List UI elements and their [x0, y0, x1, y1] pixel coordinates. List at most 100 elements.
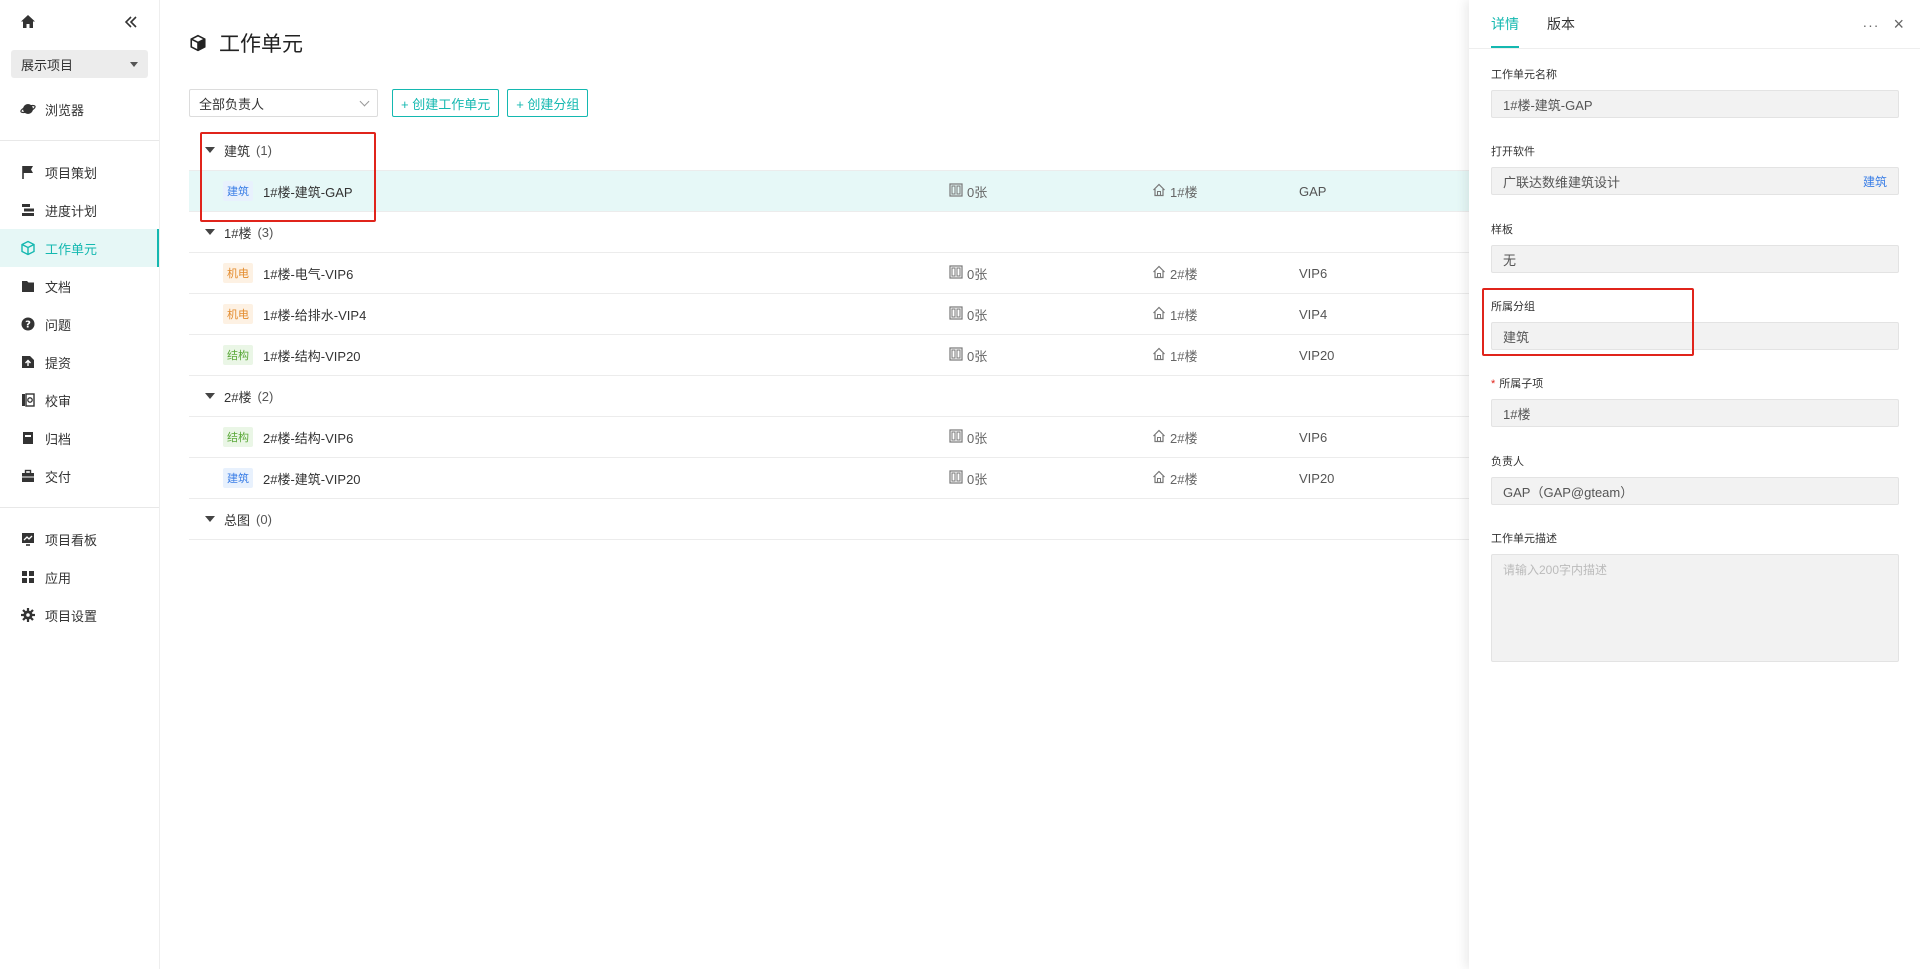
pages-count: 0张: [967, 471, 988, 487]
group-count: (2): [257, 388, 274, 404]
flag-icon: [20, 164, 36, 180]
sidebar-item-label: 归档: [45, 431, 72, 447]
template-input[interactable]: 无: [1491, 245, 1899, 273]
sidebar-item-review[interactable]: 校审: [0, 381, 159, 419]
field-owner: 负责人 GAP（GAP@gteam）: [1491, 453, 1899, 505]
sidebar-item-planning[interactable]: 项目策划: [0, 153, 159, 191]
sidebar-top: [0, 0, 159, 44]
sidebar-item-archive[interactable]: 归档: [0, 419, 159, 457]
floor-name: 2#楼: [1170, 471, 1198, 487]
create-group-button[interactable]: + 创建分组: [507, 89, 589, 117]
subitem-input[interactable]: 1#楼: [1491, 399, 1899, 427]
sidebar-item-settings[interactable]: 项目设置: [0, 596, 159, 634]
group-header[interactable]: 建筑 (1): [189, 130, 1469, 171]
gear-icon: [20, 607, 36, 623]
table-row[interactable]: 建筑 1#楼-建筑-GAP 0张 1#楼 GAP: [189, 171, 1469, 212]
group-header[interactable]: 2#楼 (2): [189, 376, 1469, 417]
owner-filter-select[interactable]: 全部负责人: [189, 89, 378, 117]
divider: [0, 507, 159, 508]
field-group: 所属分组 建筑: [1491, 298, 1899, 350]
close-icon[interactable]: ×: [1893, 14, 1904, 35]
sidebar-item-label: 进度计划: [45, 203, 98, 219]
group-header[interactable]: 总图 (0): [189, 499, 1469, 540]
caret-down-icon[interactable]: [205, 516, 215, 522]
project-selector[interactable]: 展示项目: [11, 50, 148, 78]
sidebar-item-submit[interactable]: 提资: [0, 343, 159, 381]
pages-cell: 0张: [949, 264, 987, 283]
cube-icon: [20, 240, 36, 256]
software-input[interactable]: 广联达数维建筑设计 建筑: [1491, 167, 1899, 195]
unit-name: 1#楼-给排水-VIP4: [263, 307, 367, 323]
group-header[interactable]: 1#楼 (3): [189, 212, 1469, 253]
floor-name: 1#楼: [1170, 184, 1198, 200]
briefcase-icon: [20, 468, 36, 484]
sidebar-item-browser[interactable]: 浏览器: [0, 90, 159, 128]
project-name: 展示项目: [21, 57, 74, 73]
more-icon[interactable]: ···: [1862, 17, 1879, 33]
owner-value: GAP（GAP@gteam）: [1503, 484, 1634, 500]
page-title-text: 工作单元: [219, 33, 303, 56]
pages-count: 0张: [967, 430, 988, 446]
sidebar-item-label: 项目设置: [45, 608, 98, 624]
table-row[interactable]: 机电 1#楼-给排水-VIP4 0张 1#楼 VIP4: [189, 294, 1469, 335]
software-tag: 建筑: [1862, 174, 1887, 189]
owner-cell: GAP: [1299, 183, 1327, 199]
unit-name-input[interactable]: 1#楼-建筑-GAP: [1491, 90, 1899, 118]
description-textarea[interactable]: 请输入200字内描述: [1491, 554, 1899, 662]
home-icon[interactable]: [20, 14, 36, 30]
owner-cell: VIP6: [1299, 265, 1328, 281]
sidebar-item-schedule[interactable]: 进度计划: [0, 191, 159, 229]
table-row[interactable]: 建筑 2#楼-建筑-VIP20 0张 2#楼 VIP20: [189, 458, 1469, 499]
owner-input[interactable]: GAP（GAP@gteam）: [1491, 477, 1899, 505]
discipline-tag: 机电: [223, 304, 253, 324]
sidebar-item-label: 项目策划: [45, 165, 98, 181]
planet-icon: [20, 101, 36, 117]
table-row[interactable]: 结构 2#楼-结构-VIP6 0张 2#楼 VIP6: [189, 417, 1469, 458]
subitem-value: 1#楼: [1503, 406, 1531, 422]
discipline-tag: 建筑: [223, 181, 253, 201]
sidebar-item-issues[interactable]: ? 问题: [0, 305, 159, 343]
caret-down-icon[interactable]: [205, 229, 215, 235]
sidebar-item-work-unit[interactable]: 工作单元: [0, 229, 159, 267]
drawing-icon: [949, 428, 967, 446]
unit-name: 1#楼-电气-VIP6: [263, 266, 354, 282]
floor-cell: 1#楼: [1152, 305, 1197, 324]
chevron-down-icon: [359, 96, 370, 106]
field-label-text: 所属子项: [1499, 378, 1544, 390]
sidebar-item-dashboard[interactable]: 项目看板: [0, 520, 159, 558]
caret-down-icon[interactable]: [205, 393, 215, 399]
panel-actions: ··· ×: [1862, 14, 1904, 35]
table-row[interactable]: 机电 1#楼-电气-VIP6 0张 2#楼 VIP6: [189, 253, 1469, 294]
owner-filter-value: 全部负责人: [199, 96, 265, 112]
tab-detail[interactable]: 详情: [1491, 0, 1519, 48]
group-count: (1): [256, 142, 272, 158]
pages-cell: 0张: [949, 346, 987, 365]
tab-version[interactable]: 版本: [1547, 0, 1575, 48]
group-count: (0): [256, 511, 272, 527]
drawing-icon: [949, 469, 967, 487]
sidebar-item-apps[interactable]: 应用: [0, 558, 159, 596]
sidebar: 展示项目 浏览器 项目策划 进度计划 工作单元 文档 ? 问题 提资 校审 归档: [0, 0, 160, 969]
pages-cell: 0张: [949, 305, 987, 324]
field-subitem: * 所属子项 1#楼: [1491, 375, 1899, 427]
caret-down-icon[interactable]: [205, 147, 215, 153]
field-software: 打开软件 广联达数维建筑设计 建筑: [1491, 143, 1899, 195]
group-count: (3): [257, 224, 274, 240]
collapse-icon[interactable]: [123, 14, 139, 30]
sidebar-item-delivery[interactable]: 交付: [0, 457, 159, 495]
field-description: 工作单元描述 请输入200字内描述: [1491, 530, 1899, 662]
pages-cell: 0张: [949, 182, 987, 201]
group-input[interactable]: 建筑: [1491, 322, 1899, 350]
upload-doc-icon: [20, 354, 36, 370]
pages-count: 0张: [967, 348, 988, 364]
group-value: 建筑: [1503, 329, 1530, 345]
group-name: 2#楼: [224, 389, 252, 405]
create-work-unit-button[interactable]: + 创建工作单元: [392, 89, 500, 117]
sidebar-item-documents[interactable]: 文档: [0, 267, 159, 305]
page-title: 工作单元: [189, 28, 303, 58]
sidebar-item-label: 校审: [45, 393, 72, 409]
floor-cell: 2#楼: [1152, 428, 1197, 447]
drawing-icon: [949, 346, 967, 364]
table-row[interactable]: 结构 1#楼-结构-VIP20 0张 1#楼 VIP20: [189, 335, 1469, 376]
group-name: 1#楼: [224, 225, 252, 241]
